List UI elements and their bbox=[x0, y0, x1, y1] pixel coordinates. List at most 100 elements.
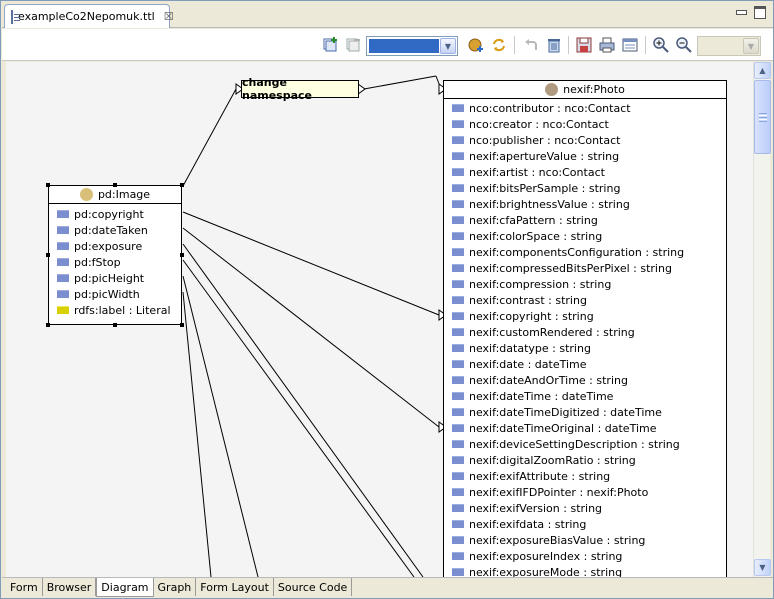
source-class-node[interactable]: pd:Image pd:copyright pd:dateTaken pd:ex… bbox=[48, 185, 182, 325]
target-property[interactable]: nexif:componentsConfiguration : string bbox=[444, 244, 726, 260]
zoom-in-icon[interactable] bbox=[652, 36, 670, 54]
diagram-canvas[interactable]: change namespace pd:Image pd:copyright p… bbox=[6, 62, 753, 577]
target-property[interactable]: nexif:brightnessValue : string bbox=[444, 196, 726, 212]
import-icon[interactable] bbox=[467, 36, 485, 54]
zoom-combo[interactable]: ▼ bbox=[697, 36, 761, 56]
property-icon bbox=[452, 216, 464, 224]
property-icon bbox=[452, 472, 464, 480]
target-class-node[interactable]: nexif:Photo nco:contributor : nco:Contac… bbox=[443, 80, 727, 577]
scroll-thumb[interactable] bbox=[754, 80, 771, 154]
target-property[interactable]: nco:contributor : nco:Contact bbox=[444, 100, 726, 116]
property-icon bbox=[452, 360, 464, 368]
target-property[interactable]: nexif:exposureIndex : string bbox=[444, 548, 726, 564]
scroll-up-icon[interactable]: ▲ bbox=[754, 62, 771, 79]
target-property[interactable]: nexif:cfaPattern : string bbox=[444, 212, 726, 228]
target-property[interactable]: nexif:exifIFDPointer : nexif:Photo bbox=[444, 484, 726, 500]
target-property[interactable]: nexif:exposureBiasValue : string bbox=[444, 532, 726, 548]
remove-icon[interactable] bbox=[345, 36, 363, 54]
property-icon bbox=[452, 248, 464, 256]
source-property[interactable]: rdfs:label : Literal bbox=[49, 302, 181, 318]
save-icon[interactable] bbox=[575, 36, 593, 54]
minimize-icon[interactable] bbox=[735, 6, 747, 17]
selection-handle[interactable] bbox=[180, 323, 184, 327]
property-icon bbox=[57, 274, 69, 282]
selection-handle[interactable] bbox=[180, 183, 184, 187]
property-icon bbox=[452, 456, 464, 464]
target-property[interactable]: nexif:datatype : string bbox=[444, 340, 726, 356]
target-property[interactable]: nexif:dateTime : dateTime bbox=[444, 388, 726, 404]
target-property[interactable]: nexif:compressedBitsPerPixel : string bbox=[444, 260, 726, 276]
target-property[interactable]: nexif:dateTimeDigitized : dateTime bbox=[444, 404, 726, 420]
target-property[interactable]: nexif:exifdata : string bbox=[444, 516, 726, 532]
target-property[interactable]: nexif:customRendered : string bbox=[444, 324, 726, 340]
target-property[interactable]: nexif:date : dateTime bbox=[444, 356, 726, 372]
class-icon bbox=[545, 83, 559, 96]
selection-handle[interactable] bbox=[46, 183, 50, 187]
target-property[interactable]: nexif:artist : nco:Contact bbox=[444, 164, 726, 180]
selection-handle[interactable] bbox=[113, 183, 117, 187]
source-property[interactable]: pd:fStop bbox=[49, 254, 181, 270]
property-icon bbox=[452, 296, 464, 304]
namespace-combo[interactable]: ▼ bbox=[366, 36, 458, 56]
target-property[interactable]: nexif:exifVersion : string bbox=[444, 500, 726, 516]
target-property[interactable]: nexif:dateAndOrTime : string bbox=[444, 372, 726, 388]
refresh-icon[interactable] bbox=[490, 36, 508, 54]
tab-form[interactable]: Form bbox=[6, 578, 43, 596]
target-property[interactable]: nexif:contrast : string bbox=[444, 292, 726, 308]
property-icon bbox=[57, 210, 69, 218]
print-icon[interactable] bbox=[598, 36, 616, 54]
source-property[interactable]: pd:exposure bbox=[49, 238, 181, 254]
selection-handle[interactable] bbox=[113, 323, 117, 327]
target-property[interactable]: nexif:apertureValue : string bbox=[444, 148, 726, 164]
change-namespace-transform[interactable]: change namespace bbox=[241, 76, 359, 102]
property-icon bbox=[57, 290, 69, 298]
property-icon bbox=[452, 312, 464, 320]
tab-graph[interactable]: Graph bbox=[154, 578, 197, 596]
selection-handle[interactable] bbox=[46, 253, 50, 257]
property-icon bbox=[452, 568, 464, 576]
selection-handle[interactable] bbox=[46, 323, 50, 327]
tab-source-code[interactable]: Source Code bbox=[274, 578, 353, 596]
layout-icon[interactable] bbox=[621, 36, 639, 54]
tab-form-layout[interactable]: Form Layout bbox=[196, 578, 274, 596]
target-property[interactable]: nco:publisher : nco:Contact bbox=[444, 132, 726, 148]
target-property[interactable]: nexif:bitsPerSample : string bbox=[444, 180, 726, 196]
target-property[interactable]: nexif:exifAttribute : string bbox=[444, 468, 726, 484]
source-property[interactable]: pd:copyright bbox=[49, 206, 181, 222]
zoom-out-icon[interactable] bbox=[675, 36, 693, 54]
target-property[interactable]: nexif:deviceSettingDescription : string bbox=[444, 436, 726, 452]
target-property[interactable]: nexif:exposureMode : string bbox=[444, 564, 726, 577]
editor-tab[interactable]: exampleCo2Nepomuk.ttl ☒ bbox=[4, 4, 174, 28]
target-property[interactable]: nco:creator : nco:Contact bbox=[444, 116, 726, 132]
property-icon bbox=[452, 344, 464, 352]
chevron-down-icon[interactable]: ▼ bbox=[440, 38, 456, 54]
target-property[interactable]: nexif:compression : string bbox=[444, 276, 726, 292]
source-property[interactable]: pd:dateTaken bbox=[49, 222, 181, 238]
property-icon bbox=[452, 552, 464, 560]
chevron-down-icon[interactable]: ▼ bbox=[743, 38, 759, 54]
property-icon bbox=[452, 104, 464, 112]
scroll-down-icon[interactable]: ▼ bbox=[754, 559, 771, 576]
delete-icon[interactable] bbox=[545, 36, 563, 54]
tab-diagram[interactable]: Diagram bbox=[96, 578, 154, 597]
source-property[interactable]: pd:picHeight bbox=[49, 270, 181, 286]
add-icon[interactable] bbox=[322, 36, 340, 54]
property-icon bbox=[452, 504, 464, 512]
vertical-scrollbar[interactable]: ▲ ▼ bbox=[753, 62, 771, 577]
source-property[interactable]: pd:picWidth bbox=[49, 286, 181, 302]
target-property[interactable]: nexif:copyright : string bbox=[444, 308, 726, 324]
target-property[interactable]: nexif:digitalZoomRatio : string bbox=[444, 452, 726, 468]
property-icon bbox=[452, 408, 464, 416]
close-icon[interactable]: ☒ bbox=[164, 10, 174, 23]
property-icon bbox=[452, 136, 464, 144]
undo-icon[interactable] bbox=[522, 36, 540, 54]
property-icon bbox=[452, 200, 464, 208]
selection-handle[interactable] bbox=[180, 253, 184, 257]
tab-browser[interactable]: Browser bbox=[43, 578, 97, 596]
property-icon bbox=[452, 376, 464, 384]
property-icon bbox=[452, 328, 464, 336]
property-icon bbox=[452, 264, 464, 272]
maximize-icon[interactable] bbox=[753, 6, 766, 19]
target-property[interactable]: nexif:colorSpace : string bbox=[444, 228, 726, 244]
target-property[interactable]: nexif:dateTimeOriginal : dateTime bbox=[444, 420, 726, 436]
